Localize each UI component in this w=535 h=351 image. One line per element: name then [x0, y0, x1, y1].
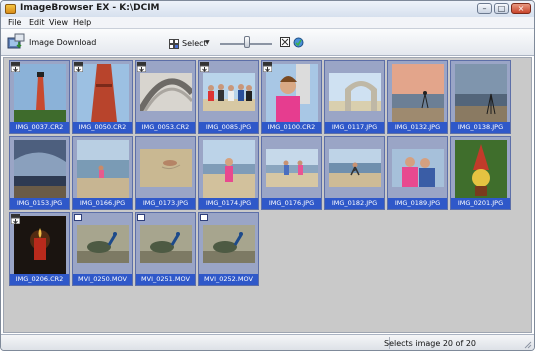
thumbnail-item[interactable]: IMG_0206.CR2 [9, 212, 70, 286]
select-button[interactable]: Select [182, 39, 207, 48]
thumbnail-item[interactable]: IMG_0050.CR2 [72, 60, 133, 134]
thumbnail-item[interactable]: IMG_0166.JPG [72, 136, 133, 210]
window-title: ImageBrowser EX - K:\DCIM [20, 3, 160, 13]
thumbnail-item[interactable]: IMG_0176.JPG [261, 136, 322, 210]
app-icon [5, 4, 16, 14]
thumbnail-caption: IMG_0050.CR2 [73, 122, 132, 133]
thumbnail-item[interactable]: MVI_0251.MOV [135, 212, 196, 286]
status-text: Selects image 20 of 20 [383, 339, 476, 348]
sand-feet-photo [140, 149, 192, 187]
lighthouse-photo [14, 64, 66, 122]
thumbnail-caption: IMG_0132.JPG [388, 122, 447, 133]
thumbnail-caption: IMG_0100.CR2 [262, 122, 321, 133]
image-download-button[interactable]: Image Download [29, 38, 96, 47]
menu-edit[interactable]: Edit [29, 18, 45, 27]
movie-badge-icon [74, 214, 82, 221]
candle-photo [14, 216, 66, 274]
thumbnail-caption: MVI_0251.MOV [136, 274, 195, 285]
title-bar[interactable]: ImageBrowser EX - K:\DCIM – □ × [1, 1, 534, 17]
thumbnail-item[interactable]: IMG_0117.JPG [324, 60, 385, 134]
thumbnail-item[interactable]: IMG_0138.JPG [450, 60, 511, 134]
portrait-photo [266, 64, 318, 122]
fit-view-icon[interactable] [280, 37, 290, 47]
thumbnail-item[interactable]: IMG_0100.CR2 [261, 60, 322, 134]
raw-badge-icon [11, 62, 20, 72]
status-bar: Selects image 20 of 20 [1, 334, 534, 350]
thumbnail-item[interactable]: IMG_0173.JPG [135, 136, 196, 210]
thumbnail-caption: IMG_0037.CR2 [10, 122, 69, 133]
thumbnail-caption: IMG_0138.JPG [451, 122, 510, 133]
tripod-beach-photo [455, 64, 507, 122]
menu-view[interactable]: View [49, 18, 68, 27]
menu-bar: File Edit View Help [1, 17, 534, 29]
wave-run-photo [329, 149, 381, 187]
chevron-down-icon[interactable]: ▼ [205, 39, 210, 46]
movie-badge-icon [137, 214, 145, 221]
girl-beach-photo [203, 140, 255, 198]
raw-badge-icon [137, 62, 146, 72]
slider-handle[interactable] [244, 36, 250, 48]
toolbar: Image Download Select ▼ [1, 29, 534, 56]
thumbnail-caption: IMG_0173.JPG [136, 198, 195, 209]
thumbnail-caption: IMG_0117.JPG [325, 122, 384, 133]
thumbnail-caption: IMG_0085.JPG [199, 122, 258, 133]
thumbnail-caption: IMG_0174.JPG [199, 198, 258, 209]
thumbnail-item[interactable]: IMG_0182.JPG [324, 136, 385, 210]
thumbnail-item[interactable]: IMG_0174.JPG [198, 136, 259, 210]
thumbnail-caption: IMG_0206.CR2 [10, 274, 69, 285]
thumbnail-item[interactable]: IMG_0201.JPG [450, 136, 511, 210]
thumbnail-item[interactable]: MVI_0250.MOV [72, 212, 133, 286]
window-controls: – □ × [477, 3, 531, 14]
select-icon[interactable] [169, 39, 179, 49]
minimize-button[interactable]: – [477, 3, 492, 14]
image-download-icon[interactable] [7, 33, 25, 50]
thumbnail-caption: IMG_0182.JPG [325, 198, 384, 209]
hug-photo [392, 149, 444, 187]
child-surf-photo [77, 140, 129, 198]
group-photo [203, 73, 255, 111]
couple-beach-photo [266, 149, 318, 187]
raw-badge-icon [11, 214, 20, 224]
decoration-photo [455, 140, 507, 198]
thumbnail-item[interactable]: IMG_0132.JPG [387, 60, 448, 134]
effects-icon[interactable] [293, 37, 304, 48]
thumbnail-item[interactable]: MVI_0252.MOV [198, 212, 259, 286]
thumbnail-caption: IMG_0153.JPG [10, 198, 69, 209]
movie-badge-icon [200, 214, 208, 221]
maximize-button[interactable]: □ [494, 3, 509, 14]
arch-photo [329, 73, 381, 111]
thumbnail-caption: IMG_0053.CR2 [136, 122, 195, 133]
thumbnail-caption: IMG_0201.JPG [451, 198, 510, 209]
image-browser-window: ImageBrowser EX - K:\DCIM – □ × File Edi… [0, 0, 535, 351]
menu-help[interactable]: Help [73, 18, 91, 27]
peacock-video-thumbnail [77, 225, 129, 263]
thumbnail-caption: MVI_0250.MOV [73, 274, 132, 285]
raw-badge-icon [74, 62, 83, 72]
storm-clouds-photo [14, 140, 66, 198]
thumbnail-item[interactable]: IMG_0085.JPG [198, 60, 259, 134]
thumbnail-item[interactable]: IMG_0189.JPG [387, 136, 448, 210]
raw-badge-icon [263, 62, 272, 72]
close-button[interactable]: × [511, 3, 531, 14]
thumbnail-item[interactable]: IMG_0037.CR2 [9, 60, 70, 134]
peacock-video-thumbnail [140, 225, 192, 263]
menu-file[interactable]: File [8, 18, 21, 27]
lighthouse-closeup-photo [77, 64, 129, 122]
thumbnail-caption: IMG_0166.JPG [73, 198, 132, 209]
thumbnail-caption: MVI_0252.MOV [199, 274, 258, 285]
thumbnail-caption: IMG_0189.JPG [388, 198, 447, 209]
thumbnail-area[interactable]: IMG_0037.CR2 IMG_0050.CR2 IMG_0053.CR2 I… [3, 57, 532, 333]
sunset-beach-photo [392, 64, 444, 122]
thumbnail-item[interactable]: IMG_0053.CR2 [135, 60, 196, 134]
thumbnail-item[interactable]: IMG_0153.JPG [9, 136, 70, 210]
resize-grip-icon[interactable] [522, 339, 532, 349]
raw-badge-icon [200, 62, 209, 72]
spiral-stairs-photo [140, 73, 192, 111]
peacock-video-thumbnail [203, 225, 255, 263]
thumbnail-caption: IMG_0176.JPG [262, 198, 321, 209]
